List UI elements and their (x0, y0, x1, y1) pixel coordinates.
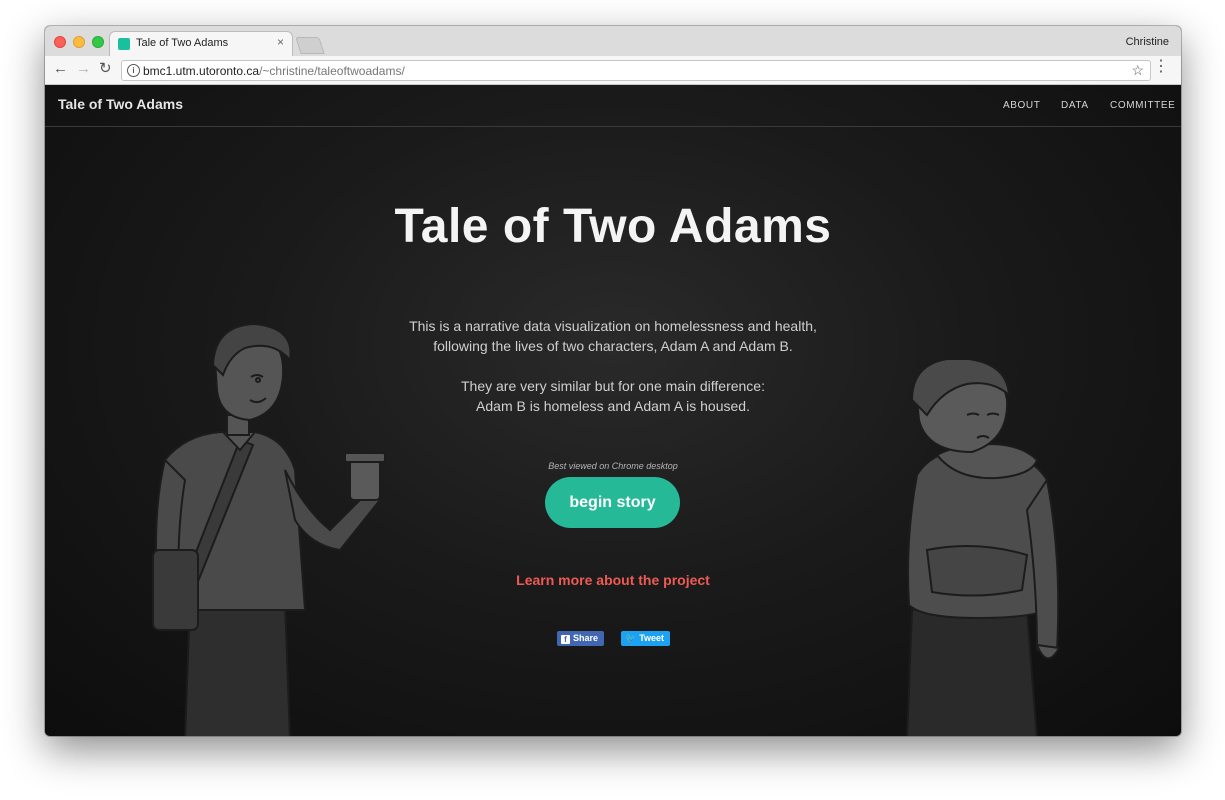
intro-line-2: following the lives of two characters, A… (433, 338, 793, 354)
page-content: Tale of Two Adams ABOUT DATA COMMITTEE T… (45, 85, 1181, 736)
adam-b-illustration (906, 360, 1061, 736)
begin-story-button[interactable]: begin story (545, 477, 680, 528)
favicon-icon (118, 38, 130, 50)
profile-name[interactable]: Christine (1126, 36, 1169, 48)
new-tab-button[interactable] (295, 37, 325, 54)
intro-paragraph: This is a narrative data visualization o… (45, 316, 1181, 356)
tab-title: Tale of Two Adams (136, 37, 229, 49)
url-text[interactable]: bmc1.utm.utoronto.ca/~christine/taleoftw… (143, 64, 405, 78)
nav-committee[interactable]: COMMITTEE (1110, 100, 1175, 111)
tweet-label: Tweet (639, 633, 665, 643)
learn-more-link: Learn more about the project (45, 572, 1181, 588)
forward-arrow-icon[interactable]: → (76, 61, 91, 77)
learn-more-link-text[interactable]: Learn more about the project (516, 572, 710, 588)
minimize-window-button[interactable] (73, 36, 85, 48)
menu-dots-icon[interactable]: ⋮ (1153, 59, 1169, 75)
nav-data[interactable]: DATA (1061, 100, 1089, 111)
twitter-tweet-button[interactable]: 🐦 Tweet (621, 631, 670, 646)
difference-line-1: They are very similar but for one main d… (461, 378, 765, 394)
facebook-share-button[interactable]: f Share (557, 631, 604, 646)
browser-toolbar: ← → ↻ i bmc1.utm.utoronto.ca/~christine/… (45, 56, 1181, 85)
site-brand[interactable]: Tale of Two Adams (58, 96, 183, 112)
intro-line-1: This is a narrative data visualization o… (409, 318, 817, 334)
tab-close-icon[interactable]: × (277, 35, 284, 49)
nav-about[interactable]: ABOUT (1003, 100, 1040, 111)
reload-icon[interactable]: ↻ (99, 61, 112, 77)
facebook-icon: f (561, 635, 570, 644)
share-label: Share (573, 633, 599, 643)
difference-line-2: Adam B is homeless and Adam A is housed. (476, 398, 750, 414)
info-icon[interactable]: i (127, 64, 140, 77)
url-host: bmc1.utm.utoronto.ca (143, 64, 260, 78)
star-icon[interactable]: ☆ (1131, 62, 1144, 79)
back-arrow-icon[interactable]: ← (53, 61, 68, 77)
maximize-window-button[interactable] (92, 36, 104, 48)
url-path: /~christine/taleoftwoadams/ (259, 64, 405, 78)
site-navbar: Tale of Two Adams ABOUT DATA COMMITTEE (45, 85, 1181, 127)
twitter-bird-icon: 🐦 (625, 633, 637, 643)
difference-paragraph: They are very similar but for one main d… (45, 376, 1181, 416)
tab-strip: Tale of Two Adams × Christine (45, 26, 1181, 56)
close-window-button[interactable] (54, 36, 66, 48)
best-viewed-note: Best viewed on Chrome desktop (548, 461, 678, 471)
hero-title: Tale of Two Adams (394, 200, 832, 253)
browser-tab[interactable]: Tale of Two Adams × (109, 31, 293, 56)
address-bar[interactable]: i bmc1.utm.utoronto.ca/~christine/taleof… (121, 60, 1151, 81)
browser-window: Tale of Two Adams × Christine ← → ↻ i bm… (45, 26, 1181, 736)
